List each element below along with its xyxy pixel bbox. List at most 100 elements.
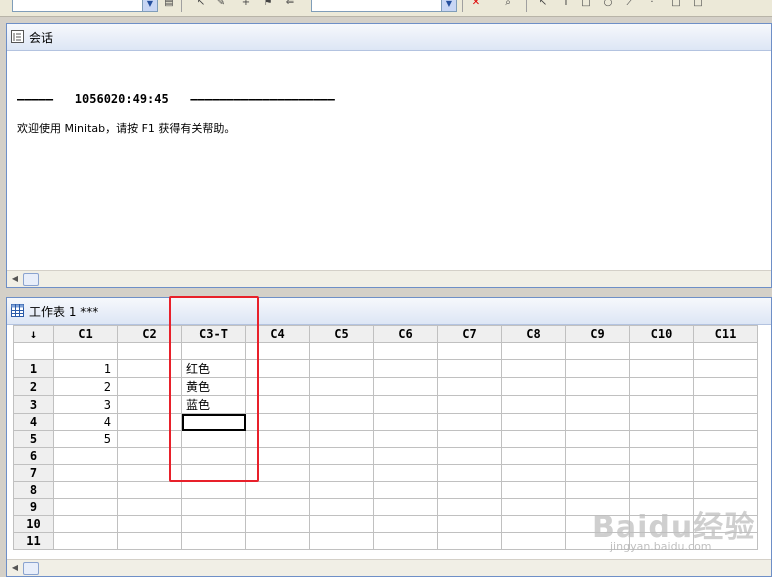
cell[interactable] bbox=[117, 447, 182, 465]
cell[interactable] bbox=[693, 447, 758, 465]
session-horizontal-scrollbar[interactable]: ◀ bbox=[7, 270, 771, 287]
cell[interactable] bbox=[501, 515, 566, 533]
row-header[interactable]: 7 bbox=[13, 464, 54, 482]
cell[interactable] bbox=[245, 377, 310, 396]
cell[interactable] bbox=[373, 447, 438, 465]
cell[interactable] bbox=[501, 430, 566, 448]
row-header[interactable]: 10 bbox=[13, 515, 54, 533]
column-header-c2[interactable]: C2 bbox=[117, 325, 182, 343]
cell[interactable] bbox=[565, 359, 630, 378]
cell-c3[interactable] bbox=[181, 498, 246, 516]
row-header[interactable]: 1 bbox=[13, 359, 54, 378]
name-cell[interactable] bbox=[693, 342, 758, 360]
select-arrow-icon[interactable]: ↖ bbox=[535, 0, 551, 10]
column-header-c6[interactable]: C6 bbox=[373, 325, 438, 343]
name-cell[interactable] bbox=[181, 342, 246, 360]
scroll-left-icon[interactable]: ◀ bbox=[9, 562, 21, 574]
cell-c3[interactable] bbox=[181, 481, 246, 499]
cell[interactable] bbox=[245, 430, 310, 448]
cell[interactable] bbox=[629, 359, 694, 378]
zoom-icon[interactable]: ⌕ bbox=[500, 0, 516, 10]
arrow-left-icon[interactable]: ⇐ bbox=[282, 0, 298, 10]
cell[interactable] bbox=[437, 515, 502, 533]
cell[interactable] bbox=[501, 447, 566, 465]
cell-c1[interactable]: 1 bbox=[53, 359, 118, 378]
cell[interactable] bbox=[117, 481, 182, 499]
cell[interactable] bbox=[565, 498, 630, 516]
cell[interactable] bbox=[693, 395, 758, 414]
cell[interactable] bbox=[437, 359, 502, 378]
cell[interactable] bbox=[309, 359, 374, 378]
worksheet-horizontal-scrollbar[interactable]: ◀ bbox=[7, 559, 771, 576]
cell-c1[interactable] bbox=[53, 464, 118, 482]
cell-c1[interactable] bbox=[53, 447, 118, 465]
worksheet-grid[interactable]: ↓ C1 C2 C3-T C4 C5 C6 C7 C8 C9 C10 C11 1… bbox=[13, 325, 771, 559]
data-table[interactable]: ↓ C1 C2 C3-T C4 C5 C6 C7 C8 C9 C10 C11 1… bbox=[13, 325, 758, 550]
column-header-c5[interactable]: C5 bbox=[309, 325, 374, 343]
circle-icon[interactable]: ○ bbox=[600, 0, 616, 10]
cell[interactable] bbox=[117, 464, 182, 482]
cell-c3[interactable] bbox=[181, 515, 246, 533]
cell[interactable] bbox=[437, 447, 502, 465]
name-cell[interactable] bbox=[309, 342, 374, 360]
cell[interactable] bbox=[373, 413, 438, 431]
rectangle-icon[interactable]: □ bbox=[578, 0, 594, 10]
cell[interactable] bbox=[565, 447, 630, 465]
cell[interactable] bbox=[309, 413, 374, 431]
cell[interactable] bbox=[565, 413, 630, 431]
cell[interactable] bbox=[373, 498, 438, 516]
chevron-down-icon[interactable]: ▼ bbox=[142, 0, 157, 11]
name-cell[interactable] bbox=[565, 342, 630, 360]
cell-c1[interactable]: 4 bbox=[53, 413, 118, 431]
cell[interactable] bbox=[693, 532, 758, 550]
row-header[interactable]: 8 bbox=[13, 481, 54, 499]
dot-icon[interactable]: · bbox=[644, 0, 660, 10]
cell[interactable] bbox=[437, 377, 502, 396]
cell[interactable] bbox=[501, 359, 566, 378]
cell-c3[interactable] bbox=[181, 430, 246, 448]
cell[interactable] bbox=[117, 395, 182, 414]
cell[interactable] bbox=[629, 377, 694, 396]
cell-c3[interactable]: 蓝色 bbox=[181, 395, 246, 414]
cell[interactable] bbox=[245, 532, 310, 550]
cell[interactable] bbox=[373, 359, 438, 378]
row-header[interactable]: 5 bbox=[13, 430, 54, 448]
cell-c1[interactable] bbox=[53, 481, 118, 499]
cell[interactable] bbox=[309, 464, 374, 482]
cell[interactable] bbox=[309, 377, 374, 396]
cell[interactable] bbox=[629, 498, 694, 516]
row-header[interactable]: 9 bbox=[13, 498, 54, 516]
cell[interactable] bbox=[693, 413, 758, 431]
cell[interactable] bbox=[309, 532, 374, 550]
cell[interactable] bbox=[373, 515, 438, 533]
cell[interactable] bbox=[693, 359, 758, 378]
cell[interactable] bbox=[309, 447, 374, 465]
cell[interactable] bbox=[565, 395, 630, 414]
text-cursor-icon[interactable]: I bbox=[558, 0, 574, 10]
cell[interactable] bbox=[245, 515, 310, 533]
cell[interactable] bbox=[501, 464, 566, 482]
cell[interactable] bbox=[309, 481, 374, 499]
cell[interactable] bbox=[373, 395, 438, 414]
cell[interactable] bbox=[373, 430, 438, 448]
sheet-icon[interactable]: ▤ bbox=[161, 0, 177, 10]
cell-c3[interactable]: 黄色 bbox=[181, 377, 246, 396]
row-header[interactable]: 11 bbox=[13, 532, 54, 550]
cell[interactable] bbox=[245, 395, 310, 414]
name-cell[interactable] bbox=[373, 342, 438, 360]
plus-icon[interactable]: + bbox=[238, 0, 254, 10]
cell[interactable] bbox=[565, 532, 630, 550]
cell-c3[interactable] bbox=[181, 447, 246, 465]
cell[interactable] bbox=[629, 464, 694, 482]
cell[interactable] bbox=[629, 515, 694, 533]
line-icon[interactable]: ⟋ bbox=[622, 0, 638, 10]
cell[interactable] bbox=[117, 532, 182, 550]
cell[interactable] bbox=[245, 481, 310, 499]
cell[interactable] bbox=[117, 359, 182, 378]
cell[interactable] bbox=[565, 481, 630, 499]
cell-c1[interactable]: 3 bbox=[53, 395, 118, 414]
cell[interactable] bbox=[309, 515, 374, 533]
cell[interactable] bbox=[501, 395, 566, 414]
box-icon[interactable]: □ bbox=[668, 0, 684, 10]
cell[interactable] bbox=[501, 377, 566, 396]
